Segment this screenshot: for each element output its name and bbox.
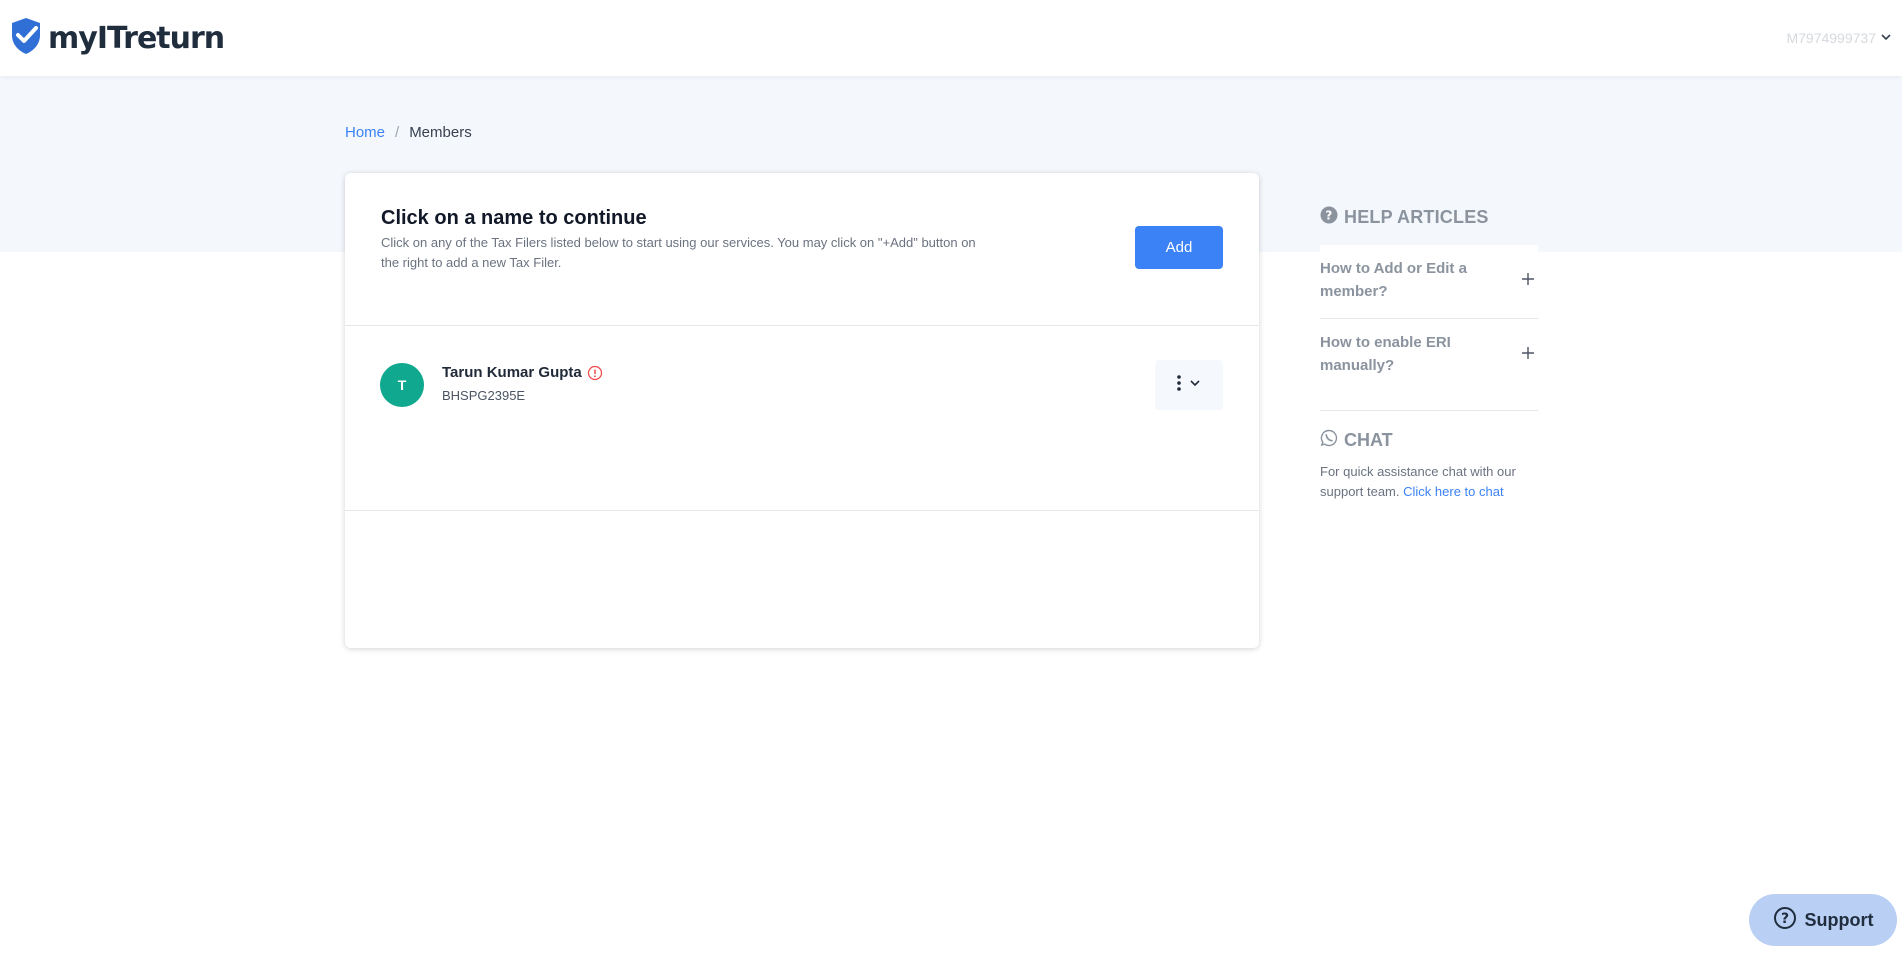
add-member-button[interactable]: Add <box>1135 226 1223 269</box>
member-actions-dropdown[interactable] <box>1155 360 1223 410</box>
avatar: T <box>380 363 424 407</box>
help-article-question: How to Add or Edit a member? <box>1320 260 1467 300</box>
breadcrumb-separator: / <box>395 124 400 141</box>
help-articles-title: HELP ARTICLES <box>1344 207 1489 227</box>
question-circle-icon: ? <box>1320 206 1338 229</box>
help-article-item[interactable]: How to Add or Edit a member? <box>1320 245 1538 319</box>
help-sidebar: ? HELP ARTICLES How to Add or Edit a mem… <box>1320 206 1538 502</box>
help-circle-icon: ? <box>1773 906 1797 935</box>
chat-link[interactable]: Click here to chat <box>1403 484 1503 499</box>
plus-icon <box>1520 345 1536 361</box>
member-name[interactable]: Tarun Kumar Gupta <box>442 364 582 381</box>
help-articles-heading: ? HELP ARTICLES <box>1320 206 1538 229</box>
members-card: Click on a name to continue Click on any… <box>345 173 1259 648</box>
member-name-line: Tarun Kumar Gupta <box>442 364 603 381</box>
card-description: Click on any of the Tax Filers listed be… <box>381 235 976 270</box>
breadcrumb-home-link[interactable]: Home <box>345 124 385 141</box>
kebab-menu-icon <box>1177 374 1181 396</box>
chat-description: For quick assistance chat with our suppo… <box>1320 462 1538 502</box>
brand-logo[interactable]: myITreturn <box>10 17 225 60</box>
user-menu[interactable]: M7974999737 <box>1786 26 1892 50</box>
svg-text:?: ? <box>1780 911 1788 927</box>
member-pan: BHSPG2395E <box>442 388 526 403</box>
brand-name: myITreturn <box>48 20 225 56</box>
chevron-down-icon <box>1880 30 1892 46</box>
members-card-header: Click on a name to continue Click on any… <box>345 173 1259 326</box>
top-navbar: myITreturn M7974999737 <box>0 0 1902 76</box>
help-article-question: How to enable ERI manually? <box>1320 334 1451 374</box>
breadcrumb: Home / Members <box>345 124 472 141</box>
card-title: Click on a name to continue <box>381 207 647 229</box>
whatsapp-icon <box>1320 429 1338 452</box>
user-label: M7974999737 <box>1786 30 1876 46</box>
support-label: Support <box>1804 909 1874 930</box>
breadcrumb-current: Members <box>409 124 472 141</box>
chat-section: CHAT For quick assistance chat with our … <box>1320 429 1538 502</box>
support-button[interactable]: ? Support <box>1749 894 1897 946</box>
warning-icon[interactable] <box>587 365 603 381</box>
help-articles-list: How to Add or Edit a member? How to enab… <box>1320 245 1538 411</box>
member-row[interactable]: T Tarun Kumar Gupta BHSPG2395E <box>345 326 1259 511</box>
plus-icon <box>1520 271 1536 287</box>
svg-text:?: ? <box>1325 209 1332 223</box>
help-article-item[interactable]: How to enable ERI manually? <box>1320 319 1538 411</box>
chat-heading: CHAT <box>1320 429 1538 452</box>
shield-check-icon <box>10 17 42 60</box>
chevron-down-icon <box>1189 376 1201 394</box>
chat-title: CHAT <box>1344 430 1393 450</box>
